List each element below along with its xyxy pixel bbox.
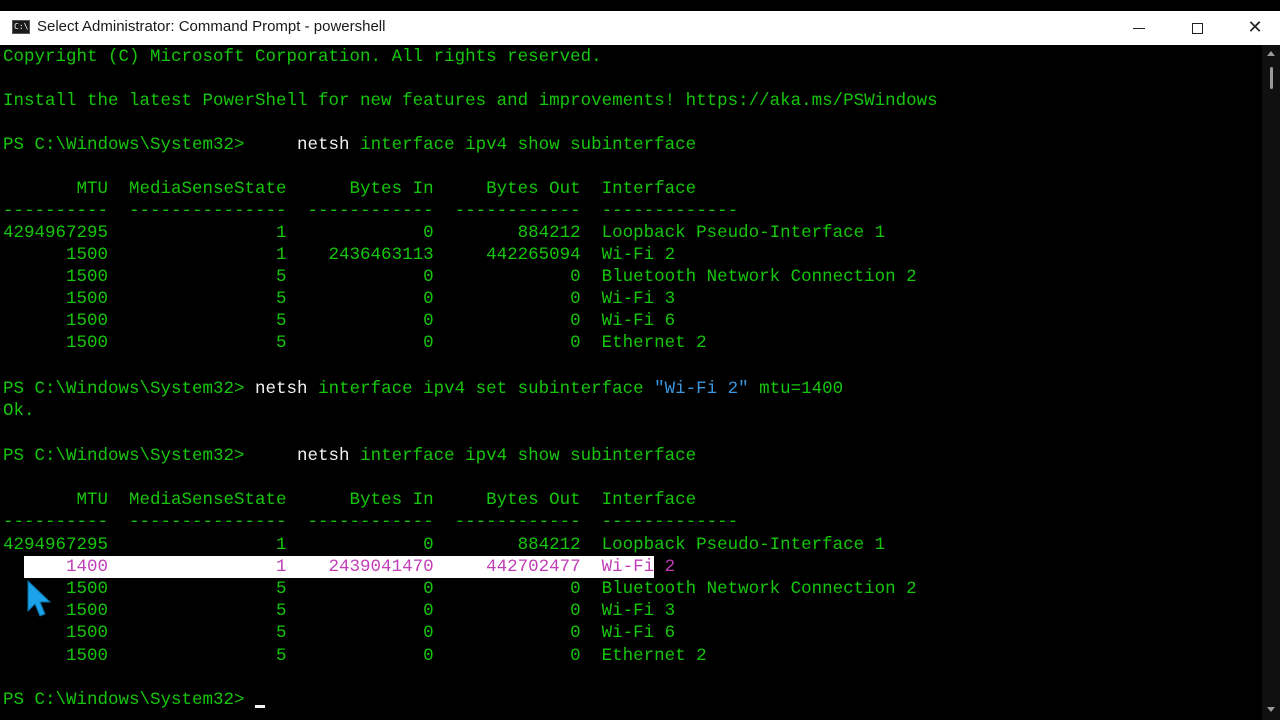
command-args: interface ipv4 show subinterface	[349, 446, 697, 466]
command-line-3: PS C:\Windows\System32> netsh interface …	[3, 445, 696, 467]
table-row-selected[interactable]: 1400 1 2439041470 442702477 Wi-Fi 2	[3, 556, 675, 578]
command-args: interface ipv4 set subinterface	[307, 379, 655, 399]
close-button[interactable]: ✕	[1226, 11, 1280, 45]
table-row: 1500 5 0 0 Ethernet 2	[3, 646, 707, 666]
vertical-scrollbar[interactable]	[1262, 45, 1280, 720]
minimize-icon	[1133, 27, 1145, 29]
table-row: 4294967295 1 0 884212 Loopback Pseudo-In…	[3, 535, 886, 555]
command-args: mtu=1400	[748, 379, 844, 399]
title-bar[interactable]: C:\ Select Administrator: Command Prompt…	[0, 0, 1280, 45]
text-cursor	[255, 705, 265, 708]
table-row: 1500 1 2436463113 442265094 Wi-Fi 2	[3, 245, 676, 265]
maximize-button[interactable]	[1168, 11, 1226, 45]
current-prompt[interactable]: PS C:\Windows\System32>	[3, 689, 255, 711]
prompt: PS C:\Windows\System32>	[3, 446, 256, 466]
install-message-line: Install the latest PowerShell for new fe…	[3, 91, 938, 111]
window-title: Select Administrator: Command Prompt - p…	[37, 18, 386, 35]
ok-line: Ok.	[3, 401, 35, 421]
scroll-thumb[interactable]	[1270, 67, 1273, 89]
scroll-down-icon[interactable]	[1267, 707, 1275, 712]
command-exe: netsh	[255, 135, 350, 155]
table-header: MTU MediaSenseState Bytes In Bytes Out I…	[3, 490, 697, 510]
table-row: 1500 5 0 0 Bluetooth Network Connection …	[3, 267, 917, 287]
scroll-up-icon[interactable]	[1267, 51, 1275, 56]
command-string-arg: "Wi-Fi 2"	[654, 379, 749, 399]
table-row: 1500 5 0 0 Wi-Fi 3	[3, 601, 676, 621]
table-row: 1500 5 0 0 Ethernet 2	[3, 333, 707, 353]
maximize-icon	[1191, 22, 1203, 34]
copyright-line: Copyright (C) Microsoft Corporation. All…	[3, 47, 602, 67]
minimize-button[interactable]	[1110, 11, 1168, 45]
close-icon: ✕	[1247, 17, 1263, 38]
command-exe: netsh	[255, 446, 350, 466]
table-divider: ---------- --------------- ------------ …	[3, 201, 739, 221]
prompt: PS C:\Windows\System32>	[3, 135, 256, 155]
command-exe: netsh	[255, 379, 308, 399]
table-row: 1500 5 0 0 Wi-Fi 3	[3, 289, 676, 309]
cmd-icon: C:\	[12, 20, 30, 34]
prompt: PS C:\Windows\System32>	[3, 379, 256, 399]
command-line-1: PS C:\Windows\System32> netsh interface …	[3, 134, 696, 156]
command-args: interface ipv4 show subinterface	[349, 135, 697, 155]
table-row: 4294967295 1 0 884212 Loopback Pseudo-In…	[3, 223, 886, 243]
mouse-pointer-icon	[27, 579, 52, 617]
command-line-2: PS C:\Windows\System32> netsh interface …	[3, 378, 843, 400]
table-row: 1500 5 0 0 Wi-Fi 6	[3, 311, 676, 331]
table-header: MTU MediaSenseState Bytes In Bytes Out I…	[3, 179, 697, 199]
table-row: 1500 5 0 0 Wi-Fi 6	[3, 623, 676, 643]
table-divider: ---------- --------------- ------------ …	[3, 512, 739, 532]
table-row: 1500 5 0 0 Bluetooth Network Connection …	[3, 579, 917, 599]
